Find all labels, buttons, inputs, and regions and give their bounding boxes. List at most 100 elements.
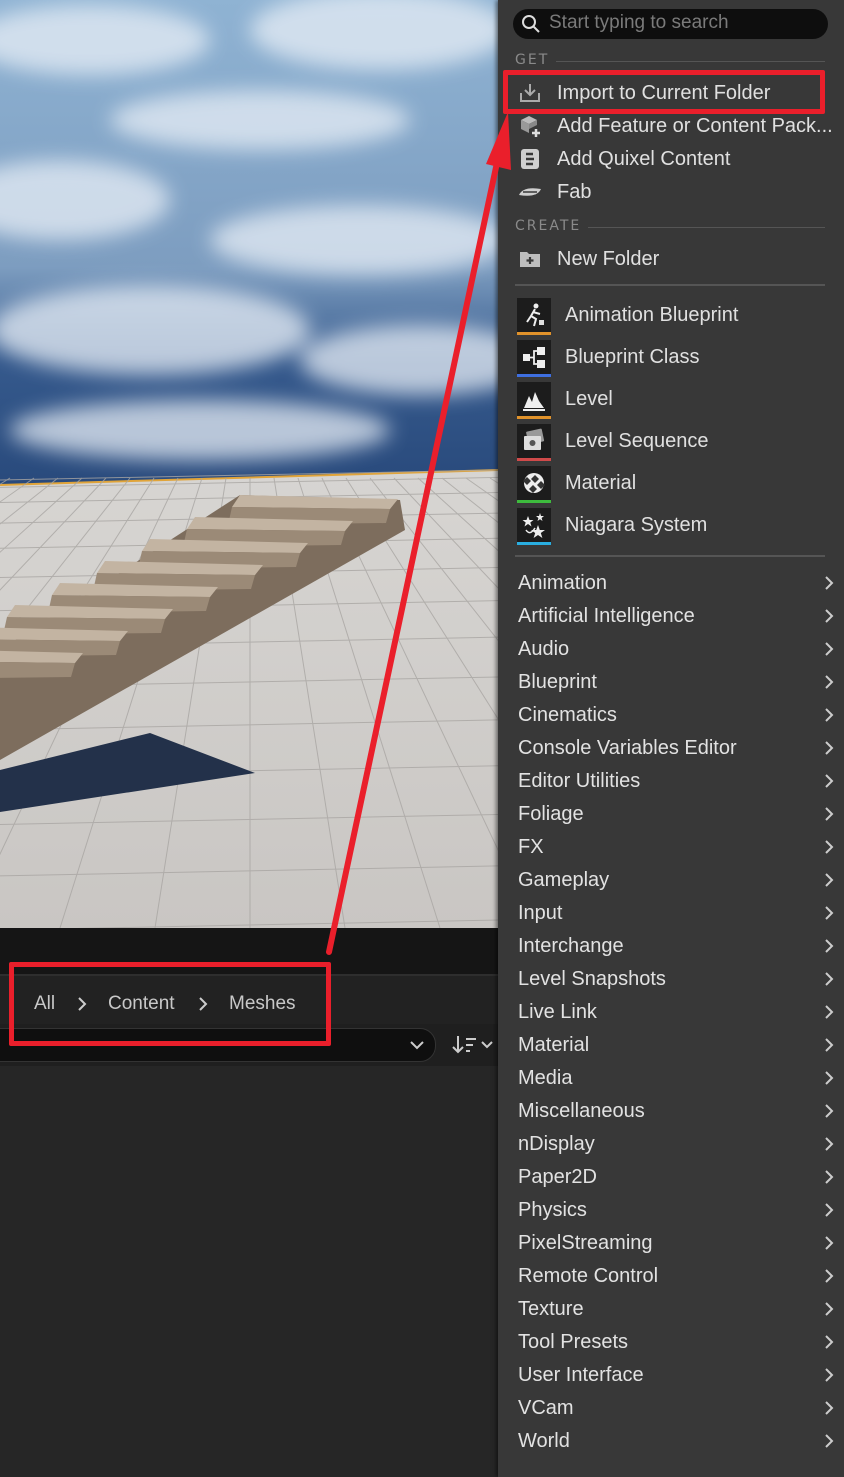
chevron-right-icon [825,1434,834,1448]
breadcrumb-item-all[interactable]: All [34,994,55,1014]
asset-item-animation-blueprint[interactable]: Animation Blueprint [515,298,835,340]
chevron-right-icon [825,1170,834,1184]
asset-item-blueprint-class[interactable]: Blueprint Class [515,340,835,382]
content-browser-toolbar [0,928,498,974]
category-item[interactable]: Paper2D [508,1160,836,1193]
chevron-right-icon [825,642,834,656]
chevron-right-icon [825,1236,834,1250]
search-icon [522,15,540,33]
menu-divider [515,284,825,286]
menu-item-fab[interactable]: Fab [510,176,830,208]
level-sequence-icon [524,428,545,450]
add-context-menu: GET Import to Current Folder Add Feature… [498,0,844,1477]
sort-button[interactable] [448,1030,498,1060]
asset-color-bar [517,542,551,545]
category-item[interactable]: Live Link [508,995,836,1028]
asset-color-bar [517,500,551,503]
category-item[interactable]: Blueprint [508,665,836,698]
category-item[interactable]: Audio [508,632,836,665]
asset-item-level[interactable]: Level [515,382,835,424]
breadcrumb: All Content Meshes [0,974,498,1026]
asset-item-level-sequence[interactable]: Level Sequence [515,424,835,466]
category-item[interactable]: Remote Control [508,1259,836,1292]
category-label: PixelStreaming [518,1232,653,1254]
asset-color-bar [517,458,551,461]
category-item[interactable]: Input [508,896,836,929]
content-browser-asset-area[interactable] [0,1066,498,1477]
chevron-right-icon [825,741,834,755]
category-item[interactable]: FX [508,830,836,863]
level-viewport[interactable] [0,0,498,928]
sort-icon [452,1036,493,1054]
chevron-right-icon [825,1104,834,1118]
category-item[interactable]: World [508,1424,836,1457]
category-label: Cinematics [518,704,617,726]
category-label: Remote Control [518,1265,659,1287]
asset-item-label: Niagara System [565,514,708,536]
category-item[interactable]: Tool Presets [508,1325,836,1358]
category-label: User Interface [518,1364,644,1386]
menu-divider [515,555,825,557]
category-item[interactable]: Texture [508,1292,836,1325]
breadcrumb-item-content[interactable]: Content [108,994,175,1014]
chevron-right-icon [825,1071,834,1085]
asset-color-bar [517,374,551,377]
category-item[interactable]: Console Variables Editor [508,731,836,764]
category-item[interactable]: VCam [508,1391,836,1424]
category-item[interactable]: Cinematics [508,698,836,731]
category-label: Physics [518,1199,587,1221]
chevron-right-icon [825,576,834,590]
asset-item-label: Material [565,472,637,494]
category-label: VCam [518,1397,574,1419]
asset-item-niagara-system[interactable]: Niagara System [515,508,835,550]
breadcrumb-chevron-icon [78,997,87,1011]
category-item[interactable]: Media [508,1061,836,1094]
search-input[interactable] [549,11,819,35]
category-item[interactable]: Miscellaneous [508,1094,836,1127]
chevron-right-icon [825,1401,834,1415]
category-item[interactable]: Material [508,1028,836,1061]
category-label: FX [518,836,544,858]
category-item[interactable]: Foliage [508,797,836,830]
category-label: Foliage [518,803,584,825]
menu-item-label: New Folder [557,248,660,270]
category-item[interactable]: Artificial Intelligence [508,599,836,632]
breadcrumb-item-meshes[interactable]: Meshes [229,994,296,1014]
menu-item-add-quixel-content[interactable]: Add Quixel Content [510,143,830,175]
category-item[interactable]: PixelStreaming [508,1226,836,1259]
category-item[interactable]: nDisplay [508,1127,836,1160]
chevron-right-icon [825,1335,834,1349]
menu-item-label: Add Quixel Content [557,148,731,170]
menu-item-import-to-current-folder[interactable]: Import to Current Folder [510,77,830,109]
menu-item-label: Import to Current Folder [557,82,771,104]
menu-item-new-folder[interactable]: New Folder [510,243,830,275]
asset-item-label: Level [565,388,613,410]
category-label: Blueprint [518,671,597,693]
category-item[interactable]: Gameplay [508,863,836,896]
asset-tile [517,340,551,374]
asset-tile [517,508,551,542]
category-label: Live Link [518,1001,597,1023]
chevron-right-icon [825,972,834,986]
import-icon [520,84,540,102]
category-item[interactable]: Interchange [508,929,836,962]
menu-item-add-feature-or-content-pack[interactable]: Add Feature or Content Pack... [510,110,833,142]
new-folder-icon [520,252,540,267]
asset-tile [517,466,551,500]
filter-dropdown[interactable] [0,1028,436,1062]
search-box[interactable] [513,9,828,39]
category-item[interactable]: Level Snapshots [508,962,836,995]
asset-tile [517,424,551,458]
blueprint-class-icon [523,347,545,368]
asset-item-material[interactable]: Material [515,466,835,508]
material-icon [523,473,545,493]
chevron-right-icon [825,1038,834,1052]
section-header-get: GET [515,52,550,68]
category-label: Input [518,902,563,924]
category-item[interactable]: Animation [508,566,836,599]
chevron-right-icon [825,873,834,887]
category-item[interactable]: Physics [508,1193,836,1226]
category-item[interactable]: Editor Utilities [508,764,836,797]
category-item[interactable]: User Interface [508,1358,836,1391]
category-label: nDisplay [518,1133,595,1155]
